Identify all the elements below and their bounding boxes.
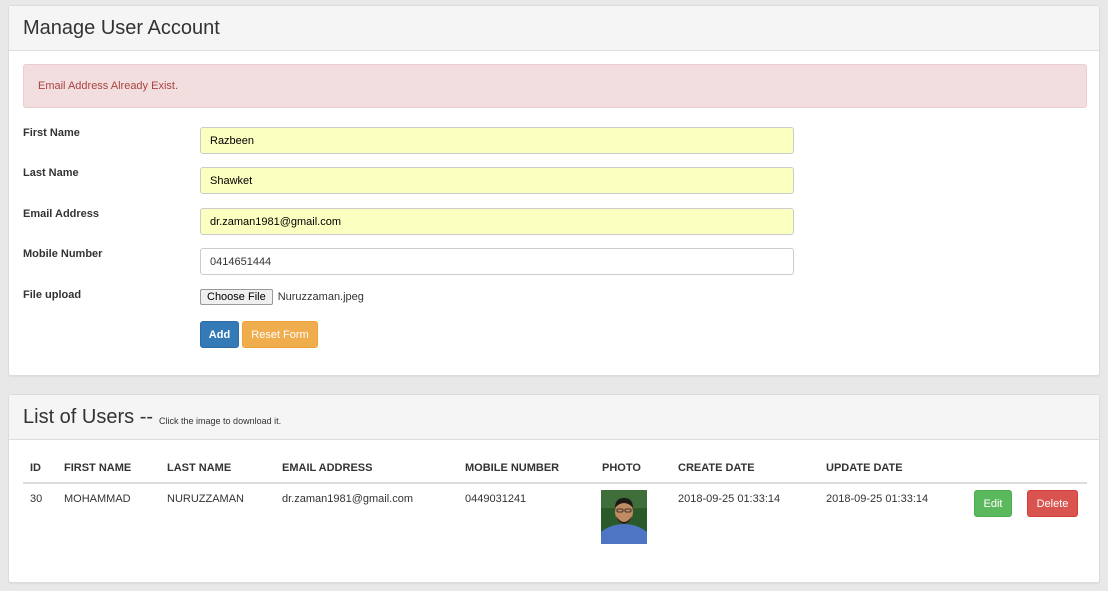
delete-button[interactable]: Delete <box>1027 490 1078 517</box>
page-title: Manage User Account <box>23 16 220 39</box>
column-header-last-name: LAST NAME <box>167 462 232 474</box>
manage-panel-heading: Manage User Account <box>9 6 1099 51</box>
error-alert-text: Email Address Already Exist. <box>38 80 179 92</box>
email-row: Email Address <box>23 208 1093 236</box>
column-header-mobile: MOBILE NUMBER <box>465 462 560 474</box>
column-header-create-date: CREATE DATE <box>678 462 755 474</box>
list-title: List of Users -- <box>23 405 154 428</box>
cell-mobile: 0449031241 <box>465 493 527 505</box>
list-subtitle: Click the image to download it. <box>159 415 282 426</box>
edit-button[interactable]: Edit <box>974 490 1012 517</box>
choose-file-button[interactable]: Choose File <box>200 289 273 305</box>
column-header-email: EMAIL ADDRESS <box>282 462 373 474</box>
add-button[interactable]: Add <box>200 321 239 348</box>
mobile-input[interactable] <box>200 248 794 275</box>
list-users-panel: List of Users -- Click the image to down… <box>8 394 1100 583</box>
cell-email: dr.zaman1981@gmail.com <box>282 493 414 505</box>
file-upload-control: Choose File Nuruzzaman.jpeg <box>200 289 364 305</box>
mobile-label: Mobile Number <box>23 248 103 260</box>
cell-update-date: 2018-09-25 01:33:14 <box>826 493 929 505</box>
last-name-label: Last Name <box>23 167 79 179</box>
email-label: Email Address <box>23 208 100 220</box>
list-panel-heading: List of Users -- Click the image to down… <box>9 395 1099 440</box>
manage-user-panel: Manage User Account Email Address Alread… <box>8 5 1100 376</box>
cell-id: 30 <box>30 493 43 505</box>
column-header-photo: PHOTO <box>602 462 641 474</box>
last-name-input[interactable] <box>200 167 794 194</box>
user-photo[interactable] <box>601 490 647 544</box>
cell-last-name: NURUZZAMAN <box>167 493 244 505</box>
file-upload-row: File upload Choose File Nuruzzaman.jpeg <box>23 289 1093 317</box>
error-alert: Email Address Already Exist. <box>23 64 1087 108</box>
file-name: Nuruzzaman.jpeg <box>277 291 364 303</box>
column-header-id: ID <box>30 462 41 474</box>
first-name-row: First Name <box>23 127 1093 155</box>
first-name-input[interactable] <box>200 127 794 154</box>
column-header-update-date: UPDATE DATE <box>826 462 903 474</box>
reset-form-button[interactable]: Reset Form <box>242 321 318 348</box>
email-input[interactable] <box>200 208 794 235</box>
cell-create-date: 2018-09-25 01:33:14 <box>678 493 781 505</box>
last-name-row: Last Name <box>23 167 1093 195</box>
column-header-first-name: FIRST NAME <box>64 462 132 474</box>
user-photo-image <box>601 490 647 544</box>
table-header-divider <box>23 482 1087 484</box>
mobile-row: Mobile Number <box>23 248 1093 276</box>
first-name-label: First Name <box>23 127 80 139</box>
file-upload-label: File upload <box>23 289 82 301</box>
cell-first-name: MOHAMMAD <box>64 493 131 505</box>
